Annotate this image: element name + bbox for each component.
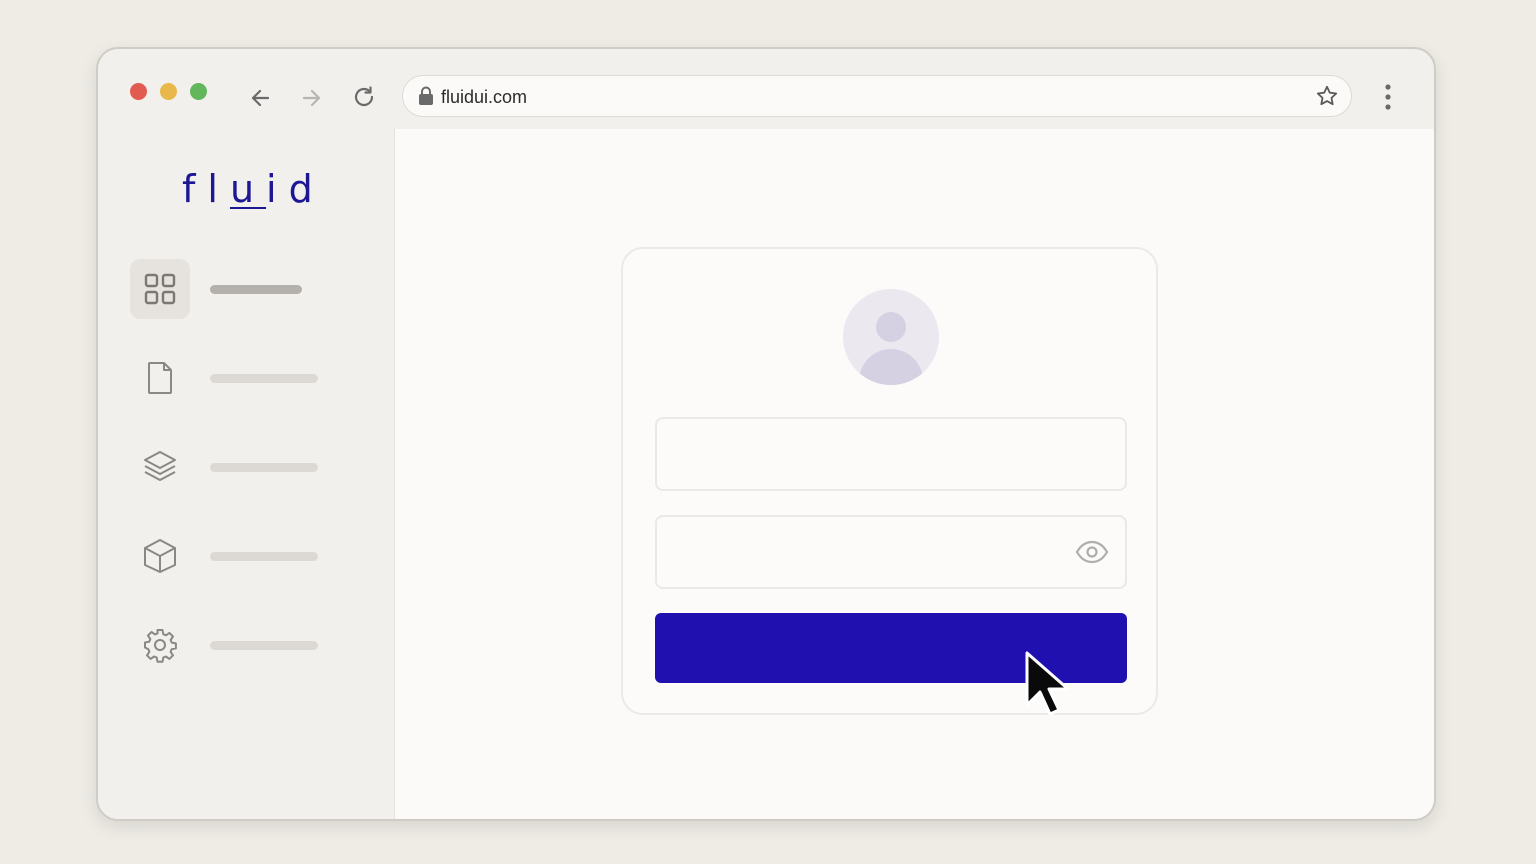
sidebar-item-label-placeholder — [210, 374, 318, 383]
user-avatar-icon — [843, 289, 939, 385]
address-url: fluidui.com — [441, 87, 528, 107]
close-window-button[interactable] — [130, 83, 147, 100]
eye-icon[interactable] — [1075, 539, 1109, 565]
back-icon — [251, 89, 270, 107]
username-input[interactable] — [655, 417, 1127, 491]
sidebar-item-dashboard[interactable] — [130, 259, 330, 319]
minimize-window-button[interactable] — [160, 83, 177, 100]
sidebar-item-documents[interactable] — [130, 348, 330, 408]
maximize-window-button[interactable] — [190, 83, 207, 100]
lock-icon — [419, 86, 433, 105]
sidebar-item-layers[interactable] — [130, 437, 330, 497]
sidebar-item-settings[interactable] — [130, 615, 330, 675]
password-input[interactable] — [655, 515, 1127, 589]
browser-window: fluidui.com fluid — [96, 47, 1436, 821]
grid-icon — [144, 273, 176, 305]
address-bar[interactable]: fluidui.com — [402, 75, 1352, 117]
gear-icon — [144, 629, 177, 663]
star-icon[interactable] — [1315, 84, 1339, 108]
reload-button[interactable] — [351, 84, 377, 110]
document-icon — [148, 362, 172, 394]
back-button[interactable] — [248, 85, 274, 111]
brand-logo[interactable]: fluid — [182, 167, 325, 211]
mouse-cursor-icon — [1025, 651, 1070, 716]
sidebar: fluid — [98, 129, 395, 819]
kebab-menu-icon[interactable] — [1384, 83, 1392, 111]
forward-icon — [302, 89, 321, 107]
sidebar-item-label-placeholder — [210, 552, 318, 561]
login-card — [621, 247, 1158, 715]
sidebar-item-packages[interactable] — [130, 526, 330, 586]
cube-icon — [144, 539, 176, 573]
main-content — [395, 129, 1434, 819]
sidebar-item-label-placeholder — [210, 463, 318, 472]
forward-button[interactable] — [298, 85, 324, 111]
sidebar-item-label-placeholder — [210, 285, 302, 294]
sidebar-item-label-placeholder — [210, 641, 318, 650]
reload-icon — [354, 86, 374, 107]
layers-icon — [144, 451, 176, 481]
